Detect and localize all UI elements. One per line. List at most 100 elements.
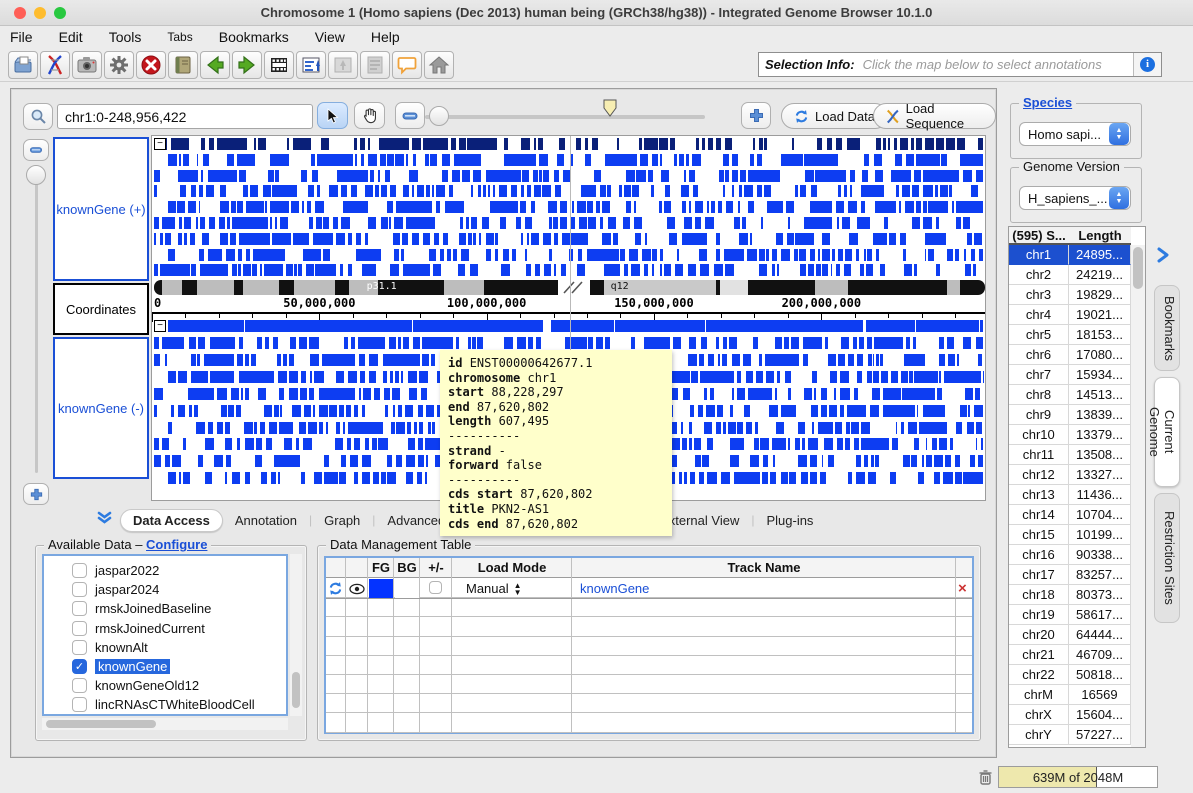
chrom-row-chr18[interactable]: 80373... [1069,585,1131,605]
chrom-row-chrX[interactable]: 15604... [1069,705,1131,725]
chrom-row-chr1[interactable]: 24895... [1069,245,1131,265]
chrom-row-chr17[interactable]: 83257... [1069,565,1131,585]
chrom-row-chr2[interactable]: 24219... [1069,265,1131,285]
chrom-row-chr10[interactable]: chr10 [1009,425,1069,445]
species-link[interactable]: Species [1019,95,1076,110]
chrom-row-chr21[interactable]: chr21 [1009,645,1069,665]
chrom-row-chr13[interactable]: chr13 [1009,485,1069,505]
chrom-row-chr3[interactable]: 19829... [1069,285,1131,305]
checkbox-icon[interactable] [72,640,87,655]
select-tool-button[interactable] [317,102,348,129]
available-data-item[interactable]: ✓knownGene [72,657,170,676]
available-data-hscrollbar[interactable] [42,718,288,730]
pan-tool-button[interactable] [354,102,385,129]
dmt-delete-track-button[interactable]: × [958,580,967,597]
chrom-row-chr5[interactable]: chr5 [1009,325,1069,345]
available-data-item[interactable]: rmskJoinedCurrent [72,619,205,638]
back-arrow-button[interactable] [200,51,230,79]
chrom-row-chr9[interactable]: chr9 [1009,405,1069,425]
available-data-item[interactable]: jaspar2022 [72,561,159,580]
chrom-row-chr14[interactable]: chr14 [1009,505,1069,525]
chrom-row-chr1[interactable]: chr1 [1009,245,1069,265]
tab-plug-ins[interactable]: Plug-ins [754,510,825,531]
chrom-row-chr11[interactable]: 13508... [1069,445,1131,465]
chrom-row-chr18[interactable]: chr18 [1009,585,1069,605]
genome-version-dropdown[interactable]: H_sapiens_... ▲▼ [1019,186,1131,210]
dmt-header-col0[interactable] [326,558,346,578]
copy-disabled-button[interactable] [360,51,390,79]
checkbox-icon[interactable] [72,563,87,578]
camera-button[interactable] [72,51,102,79]
chrom-row-chr3[interactable]: chr3 [1009,285,1069,305]
chrom-row-chr13[interactable]: 11436... [1069,485,1131,505]
tab-data-access[interactable]: Data Access [120,509,223,532]
checkbox-icon[interactable] [72,582,87,597]
vertical-zoom-out-button[interactable] [23,139,49,161]
chrom-row-chr12[interactable]: 13327... [1069,465,1131,485]
zoom-slider-track[interactable] [425,115,705,119]
dmt-plusminus-checkbox[interactable] [429,581,442,594]
chrom-row-chrM[interactable]: 16569 [1069,685,1131,705]
zoom-in-button[interactable] [741,102,771,129]
trash-icon[interactable] [978,769,993,786]
chrom-row-chrY[interactable]: 57227... [1069,725,1131,745]
search-button[interactable] [23,103,53,130]
chrom-row-chr20[interactable]: 64444... [1069,625,1131,645]
memory-gauge[interactable]: 639M of 2048M [998,766,1158,788]
chrom-row-chr21[interactable]: 46709... [1069,645,1131,665]
checkbox-icon[interactable] [72,678,87,693]
film-button[interactable] [264,51,294,79]
collapse-tabs-chevron-icon[interactable] [97,511,112,530]
vertical-zoom-in-button[interactable] [23,483,49,505]
chrom-row-chr22[interactable]: chr22 [1009,665,1069,685]
chrom-row-chr20[interactable]: chr20 [1009,625,1069,645]
chrom-table-scrollbar[interactable] [1131,245,1145,747]
gear-button[interactable] [104,51,134,79]
chrom-row-chr5[interactable]: 18153... [1069,325,1131,345]
vertical-zoom-slider-thumb[interactable] [26,165,46,185]
book-button[interactable] [168,51,198,79]
available-data-item[interactable]: knownAlt [72,638,148,657]
chrom-row-chr15[interactable]: 10199... [1069,525,1131,545]
chrom-row-chrY[interactable]: chrY [1009,725,1069,745]
load-sequence-button[interactable]: Load Sequence [873,103,996,129]
dna-button[interactable] [40,51,70,79]
menu-tools[interactable]: Tools [109,29,142,45]
chrom-row-chr4[interactable]: 19021... [1069,305,1131,325]
dmt-fg-color-cell[interactable] [369,579,393,598]
dmt-header-col1[interactable] [346,558,368,578]
dmt-load-mode-select[interactable]: Manual ▲▼ [466,581,521,596]
side-tab-bookmarks[interactable]: Bookmarks [1154,285,1180,371]
chrom-row-chr4[interactable]: chr4 [1009,305,1069,325]
stop-button[interactable] [136,51,166,79]
species-dropdown[interactable]: Homo sapi... ▲▼ [1019,122,1131,146]
chrom-row-chr9[interactable]: 13839... [1069,405,1131,425]
available-data-item[interactable]: lincRNAsCTWhiteBloodCell [72,695,255,714]
position-input[interactable] [57,104,313,129]
track-label-knowngene-minus[interactable]: knownGene (-) [53,337,149,479]
menu-view[interactable]: View [315,29,345,45]
vertical-zoom-slider-track[interactable] [35,167,38,473]
chrom-row-chr7[interactable]: chr7 [1009,365,1069,385]
collapse-minus-track-handle[interactable]: − [154,320,166,332]
chrom-row-chr6[interactable]: 17080... [1069,345,1131,365]
home-button[interactable] [424,51,454,79]
menu-file[interactable]: File [10,29,33,45]
track-label-knowngene-plus[interactable]: knownGene (+) [53,137,149,281]
chrom-table-scroll-thumb[interactable] [1133,247,1143,289]
chrom-row-chrX[interactable]: chrX [1009,705,1069,725]
menu-tabs[interactable]: Tabs [167,30,192,44]
load-data-button[interactable]: Load Data [781,103,888,129]
checkbox-icon[interactable] [72,697,87,712]
menu-bookmarks[interactable]: Bookmarks [219,29,289,45]
expand-sidebar-chevron-icon[interactable] [1156,247,1170,263]
open-file-button[interactable] [8,51,38,79]
dmt-header-+/-[interactable]: +/- [420,558,452,578]
dmt-header-BG[interactable]: BG [394,558,420,578]
dmt-track-name-cell[interactable]: knownGene [580,581,649,596]
zoom-slider-thumb[interactable] [429,106,449,126]
chrom-row-chr16[interactable]: chr16 [1009,545,1069,565]
selection-info-button[interactable]: i [1133,53,1161,76]
dmt-header-Track Name[interactable]: Track Name [572,558,956,578]
chrom-row-chrM[interactable]: chrM [1009,685,1069,705]
